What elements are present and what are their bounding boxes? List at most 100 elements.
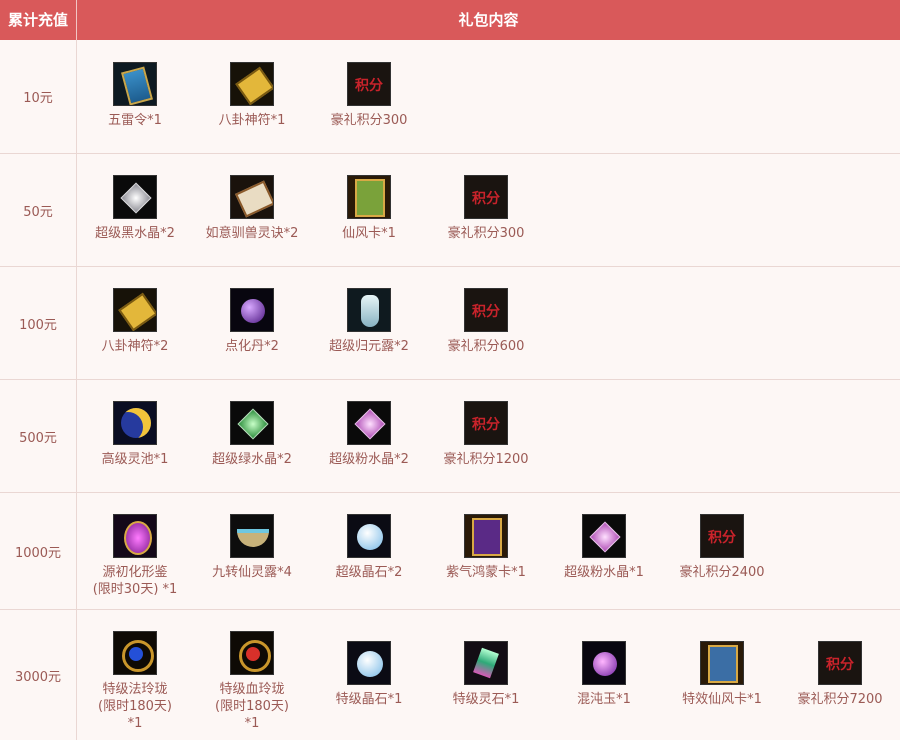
points-icon [818,641,862,685]
points-icon [464,288,508,332]
reward-item: 八卦神符*1 [193,62,311,129]
table-header: 累计充值 礼包内容 [0,0,900,40]
green-crystal-icon [230,401,274,445]
reward-item: 高级灵池*1 [76,401,194,468]
item-label: 豪礼积分2400 [679,565,765,580]
table-row: 50元 超级黑水晶*2 如意驯兽灵诀*2 仙风卡*1 豪礼积分300 [0,154,900,267]
reward-item: 超级粉水晶*1 [545,514,663,581]
item-label: 豪礼积分1200 [443,452,529,467]
pink-crystal-icon [347,401,391,445]
reward-item: 特级血玲珑 (限时180天) *1 [193,631,311,732]
reward-item: 豪礼积分300 [310,62,428,129]
reward-item: 点化丹*2 [193,288,311,355]
reward-item: 豪礼积分1200 [427,401,545,468]
item-label: 紫气鸿蒙卡*1 [446,565,526,580]
item-label: 高级灵池*1 [101,452,169,467]
points-icon [347,62,391,106]
reward-item: 豪礼积分300 [427,175,545,242]
reward-item: 特级灵石*1 [427,641,545,708]
reward-item: 豪礼积分2400 [663,514,781,581]
red-ring-icon [230,631,274,675]
reward-table: 累计充值 礼包内容 10元 五雷令*1 八卦神符*1 豪礼积分300 50元 超… [0,0,900,740]
reward-item: 特级晶石*1 [310,641,428,708]
reward-item: 五雷令*1 [76,62,194,129]
item-label: 八卦神符*2 [101,339,169,354]
moon-pool-icon [113,401,157,445]
reward-item: 特效仙风卡*1 [663,641,781,708]
scroll-icon [230,175,274,219]
header-recharge: 累计充值 [0,0,77,40]
item-label: 特效仙风卡*1 [682,692,762,707]
item-label: 豪礼积分300 [330,113,408,128]
reward-item: 超级归元露*2 [310,288,428,355]
blue-ring-icon [113,631,157,675]
reward-item: 源初化形鉴 (限时30天) *1 [76,514,194,598]
item-label: 源初化形鉴 (限时30天) *1 [92,565,178,597]
recharge-amount: 10元 [0,40,77,153]
purple-card-icon [464,514,508,558]
reward-item: 仙风卡*1 [310,175,428,242]
mirror-icon [113,514,157,558]
item-label: 超级粉水晶*2 [329,452,409,467]
bagua-talisman-icon [113,288,157,332]
item-label: 特级法玲珑 (限时180天) *1 [98,682,172,731]
item-label: 九转仙灵露*4 [212,565,292,580]
reward-item: 超级黑水晶*2 [76,175,194,242]
item-label: 仙风卡*1 [342,226,396,241]
item-label: 豪礼积分600 [447,339,525,354]
blue-card-icon [700,641,744,685]
header-contents: 礼包内容 [458,11,519,29]
reward-item: 超级晶石*2 [310,514,428,581]
reward-item: 豪礼积分7200 [781,641,899,708]
item-label: 超级归元露*2 [329,339,409,354]
item-label: 超级粉水晶*1 [564,565,644,580]
pearl-icon [347,641,391,685]
recharge-amount: 3000元 [0,610,77,740]
points-icon [700,514,744,558]
reward-item: 特级法玲珑 (限时180天) *1 [76,631,194,732]
reward-item: 混沌玉*1 [545,641,663,708]
item-label: 混沌玉*1 [577,692,631,707]
table-row: 3000元 特级法玲珑 (限时180天) *1 特级血玲珑 (限时180天) *… [0,610,900,740]
item-label: 豪礼积分300 [447,226,525,241]
item-label: 豪礼积分7200 [797,692,883,707]
reward-item: 八卦神符*2 [76,288,194,355]
item-label: 超级晶石*2 [335,565,403,580]
item-label: 如意驯兽灵诀*2 [205,226,299,241]
pink-crystal-icon [582,514,626,558]
table-row: 1000元 源初化形鉴 (限时30天) *1 九转仙灵露*4 超级晶石*2 紫气… [0,493,900,610]
points-icon [464,175,508,219]
chaos-jade-icon [582,641,626,685]
reward-item: 超级粉水晶*2 [310,401,428,468]
recharge-amount: 50元 [0,154,77,266]
reward-item: 超级绿水晶*2 [193,401,311,468]
command-token-icon [113,62,157,106]
item-label: 特级晶石*1 [335,692,403,707]
item-label: 五雷令*1 [108,113,162,128]
table-row: 500元 高级灵池*1 超级绿水晶*2 超级粉水晶*2 豪礼积分1200 [0,380,900,493]
black-crystal-icon [113,175,157,219]
bagua-talisman-icon [230,62,274,106]
reward-item: 紫气鸿蒙卡*1 [427,514,545,581]
crystal-stone-icon [347,514,391,558]
item-label: 点化丹*2 [225,339,279,354]
recharge-amount: 1000元 [0,493,77,609]
reward-item: 如意驯兽灵诀*2 [193,175,311,242]
item-label: 超级黑水晶*2 [95,226,175,241]
bowl-icon [230,514,274,558]
item-label: 特级血玲珑 (限时180天) *1 [215,682,289,731]
table-row: 10元 五雷令*1 八卦神符*1 豪礼积分300 [0,40,900,154]
points-icon [464,401,508,445]
reward-item: 豪礼积分600 [427,288,545,355]
recharge-amount: 100元 [0,267,77,379]
table-row: 100元 八卦神符*2 点化丹*2 超级归元露*2 豪礼积分600 [0,267,900,380]
purple-pill-icon [230,288,274,332]
recharge-amount: 500元 [0,380,77,492]
reward-item: 九转仙灵露*4 [193,514,311,581]
vase-icon [347,288,391,332]
card-icon [347,175,391,219]
item-label: 特级灵石*1 [452,692,520,707]
item-label: 八卦神符*1 [218,113,286,128]
spirit-stone-icon [464,641,508,685]
item-label: 超级绿水晶*2 [212,452,292,467]
